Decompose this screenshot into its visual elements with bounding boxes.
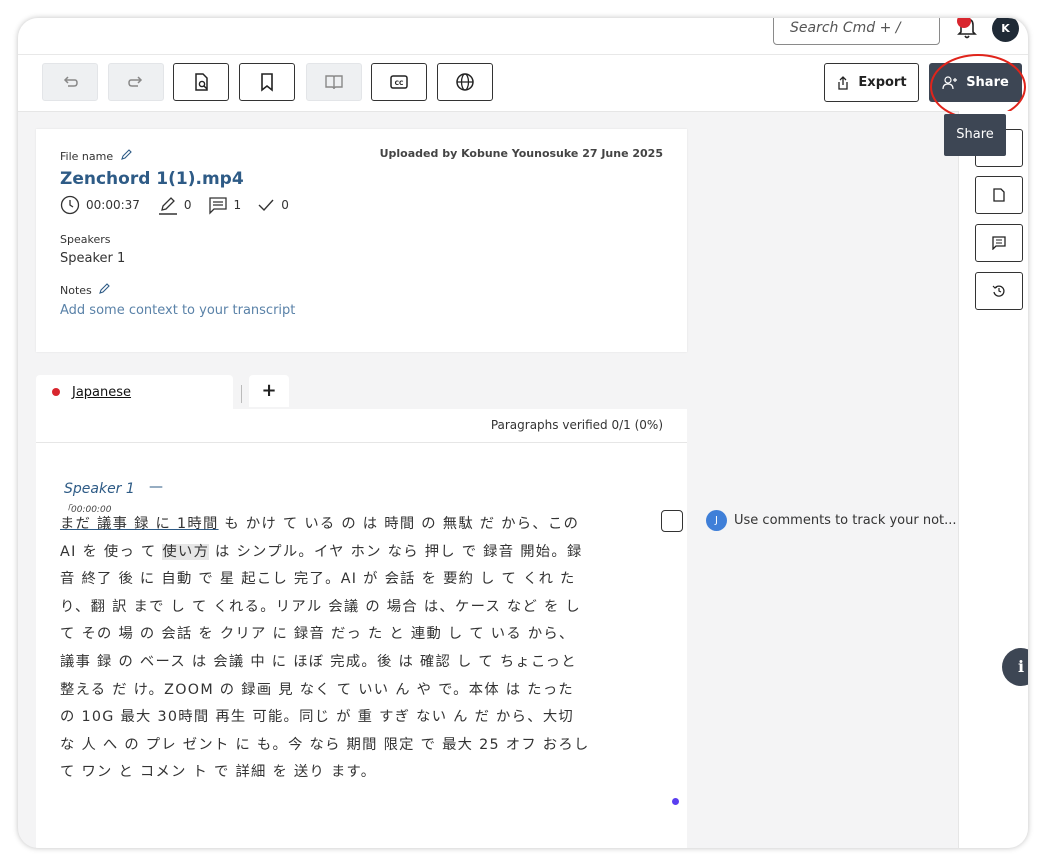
file-info-card: File name Uploaded by Kobune Younosuke 2…	[36, 129, 687, 352]
info-icon: i	[1017, 657, 1025, 676]
transcript-text[interactable]: まだ 議事 録 に 1時間 も かけ て いる の は 時間 の 無駄 だ から…	[60, 511, 590, 787]
speakers-label: Speakers	[60, 233, 111, 246]
globe-icon	[456, 73, 474, 91]
check-icon	[258, 199, 274, 212]
comment-count: 1	[233, 198, 242, 212]
file-name: Zenchord 1(1).mp4	[60, 169, 244, 189]
file-stats: 00:00:37 0 1 0	[60, 195, 289, 215]
toolbar: CC Export Share	[18, 55, 1028, 112]
document-icon	[993, 188, 1005, 202]
notes-placeholder[interactable]: Add some context to your transcript	[60, 303, 295, 318]
export-button[interactable]: Export	[824, 63, 919, 102]
upload-info: Uploaded by Kobune Younosuke 27 June 202…	[379, 147, 663, 160]
edit-notes-icon[interactable]	[98, 283, 111, 295]
pencil-icon	[158, 197, 177, 215]
closed-captions-icon: CC	[390, 75, 408, 89]
tab-divider	[241, 385, 242, 403]
notifications-button[interactable]	[954, 18, 980, 42]
search-transcript-button[interactable]	[173, 63, 229, 101]
export-icon	[838, 75, 849, 90]
captions-button[interactable]: CC	[371, 63, 427, 101]
comment-count-icon	[208, 197, 227, 215]
speaker-list: Speaker 1	[60, 251, 126, 266]
comment-hint[interactable]: J Use comments to track your not...	[706, 510, 957, 531]
app-window: Search Cmd + / K CC Export Share Share F…	[18, 18, 1028, 848]
svg-text:CC: CC	[395, 80, 404, 87]
comment-hint-text: Use comments to track your not...	[734, 513, 957, 528]
undo-button[interactable]	[42, 63, 98, 101]
search-document-icon	[195, 73, 208, 91]
speaker-dash: —	[149, 479, 163, 495]
rail-history-button[interactable]	[975, 272, 1023, 310]
transcript-segment-4[interactable]: は シンプル。イヤ ホン なら 押し で 録音 開始。録音 終了 後 に 自動 …	[60, 544, 590, 781]
transcript-segment-highlighted[interactable]: 使い方	[162, 543, 210, 560]
transcript-panel: Paragraphs verified 0/1 (0%) Speaker 1 —…	[36, 409, 687, 848]
share-tooltip: Share	[944, 114, 1006, 156]
top-bar: Search Cmd + / K	[18, 18, 1028, 55]
verification-bar: Paragraphs verified 0/1 (0%)	[36, 409, 687, 443]
redo-button[interactable]	[108, 63, 164, 101]
file-name-label: File name	[60, 149, 132, 163]
transcript-segment-1[interactable]: まだ 議事 録 に 1時間	[60, 516, 219, 532]
tab-japanese[interactable]: Japanese	[36, 375, 233, 409]
verified-count: 0	[281, 198, 289, 212]
comment-avatar: J	[706, 510, 727, 531]
redo-icon	[128, 76, 143, 87]
tab-japanese-label: Japanese	[72, 385, 132, 400]
verification-status: Paragraphs verified 0/1 (0%)	[490, 418, 663, 432]
history-icon	[992, 285, 1005, 297]
rail-comments-button[interactable]	[975, 224, 1023, 262]
undo-icon	[63, 76, 78, 87]
status-dot	[672, 798, 679, 805]
right-rail	[958, 111, 1028, 848]
duration: 00:00:37	[86, 198, 140, 212]
bookmark-icon	[261, 73, 273, 92]
search-input[interactable]: Search Cmd + /	[773, 18, 940, 45]
add-language-tab[interactable]: +	[249, 375, 289, 407]
japanese-dot	[52, 388, 60, 396]
paragraph-speaker[interactable]: Speaker 1	[64, 481, 135, 497]
bookmark-button[interactable]	[239, 63, 295, 101]
export-label: Export	[858, 75, 907, 90]
book-icon	[325, 75, 343, 90]
translate-button[interactable]	[437, 63, 493, 101]
user-avatar[interactable]: K	[992, 18, 1019, 42]
glossary-button[interactable]	[306, 63, 362, 101]
edit-count: 0	[183, 198, 192, 212]
notes-label: Notes	[60, 283, 111, 297]
rail-summary-button[interactable]	[975, 176, 1023, 214]
clock-icon	[60, 195, 80, 215]
edit-filename-icon[interactable]	[120, 149, 132, 161]
verify-paragraph-checkbox[interactable]	[661, 510, 683, 532]
comment-icon	[992, 236, 1006, 250]
